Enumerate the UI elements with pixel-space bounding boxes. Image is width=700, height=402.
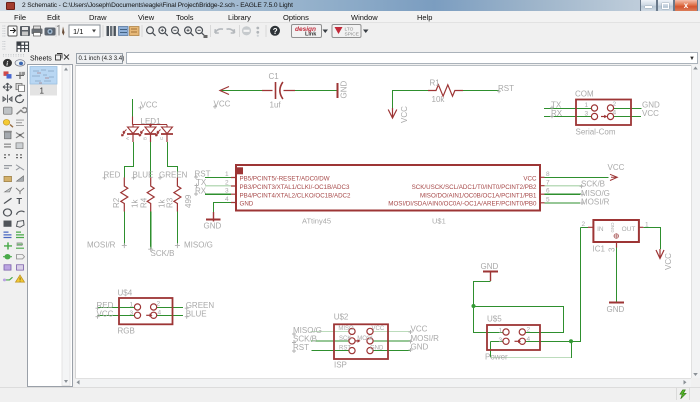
- svg-text:!: !: [19, 277, 21, 284]
- svg-text:VCC: VCC: [608, 163, 625, 172]
- svg-text:4: 4: [225, 196, 229, 203]
- svg-text:3: 3: [585, 111, 589, 118]
- svg-text:3: 3: [130, 310, 134, 317]
- svg-text:2: 2: [527, 327, 531, 334]
- svg-text:U$1: U$1: [432, 217, 446, 226]
- svg-text:R3: R3: [166, 197, 175, 208]
- svg-text:GND: GND: [411, 343, 429, 352]
- svg-text:1: 1: [499, 328, 503, 335]
- svg-text:3: 3: [225, 188, 229, 195]
- svg-text:T: T: [17, 196, 23, 205]
- svg-text:U$4: U$4: [118, 289, 133, 298]
- svg-text:RST: RST: [498, 84, 514, 93]
- svg-text:VCC: VCC: [523, 176, 537, 183]
- svg-text:2: 2: [157, 301, 161, 308]
- svg-text:3: 3: [608, 247, 617, 252]
- svg-text:i: i: [6, 61, 8, 68]
- svg-text:Power: Power: [485, 353, 508, 362]
- svg-text:VCC: VCC: [411, 325, 428, 334]
- svg-text:7: 7: [546, 180, 550, 187]
- svg-text:C: C: [159, 136, 164, 140]
- svg-text:1: 1: [645, 222, 649, 229]
- svg-text:1: 1: [130, 302, 134, 309]
- svg-text:MOSI/DI/SDA/AIN0/OC0A/-OC1A/AR: MOSI/DI/SDA/AIN0/OC0A/-OC1A/AREF/PCINT0/…: [388, 201, 537, 208]
- svg-text:1: 1: [225, 171, 229, 178]
- svg-text:1/1: 1/1: [73, 27, 83, 36]
- svg-text:Sheets: Sheets: [30, 56, 52, 63]
- svg-text:R1: R1: [430, 79, 441, 88]
- svg-text:MISO/DO/AIN1/OC0B/OC1A/PCINT1/: MISO/DO/AIN1/OC0B/OC1A/PCINT1/PB1: [420, 192, 537, 199]
- svg-text:VCC: VCC: [664, 253, 673, 270]
- svg-text:BLUE: BLUE: [133, 171, 154, 180]
- svg-text:PB5/PCINT5/-RESET/ADC0/DW: PB5/PCINT5/-RESET/ADC0/DW: [240, 176, 330, 183]
- svg-text:1uf: 1uf: [270, 101, 282, 110]
- svg-text:GND: GND: [370, 345, 384, 351]
- svg-text:RGB: RGB: [118, 327, 135, 336]
- svg-text:1: 1: [40, 87, 45, 96]
- svg-text:VCC: VCC: [642, 109, 659, 118]
- svg-text:?: ?: [273, 26, 278, 35]
- svg-text:10k: 10k: [432, 95, 446, 104]
- svg-text:4: 4: [158, 310, 162, 317]
- svg-text:COM: COM: [575, 90, 594, 99]
- svg-text:GND: GND: [204, 222, 222, 231]
- svg-text:BLUE: BLUE: [186, 310, 207, 319]
- svg-text:A: A: [125, 137, 130, 140]
- svg-text:MOSI: MOSI: [357, 336, 373, 342]
- svg-text:R4: R4: [140, 197, 149, 208]
- svg-text:4: 4: [613, 110, 617, 117]
- svg-text:GND: GND: [340, 81, 349, 99]
- svg-text:SCK/B: SCK/B: [581, 180, 605, 189]
- svg-text:1k: 1k: [131, 199, 140, 208]
- svg-text:SCK: SCK: [339, 336, 351, 342]
- svg-text:499: 499: [184, 194, 193, 208]
- svg-text:3: 3: [499, 337, 503, 344]
- svg-text:VCC: VCC: [400, 106, 409, 123]
- svg-text:GREEN: GREEN: [159, 171, 188, 180]
- svg-text:Link: Link: [305, 31, 317, 37]
- svg-text:GND: GND: [481, 262, 499, 271]
- svg-text:SCK/B: SCK/B: [151, 249, 175, 258]
- svg-text:OUT: OUT: [622, 226, 636, 233]
- svg-text:C1: C1: [269, 72, 280, 81]
- svg-text:ISP: ISP: [334, 361, 347, 370]
- svg-text:VCC: VCC: [372, 326, 385, 332]
- svg-text:MISO: MISO: [338, 326, 354, 332]
- svg-text:R2: R2: [112, 197, 121, 208]
- svg-text:2: 2: [613, 101, 617, 108]
- svg-text:GND: GND: [610, 222, 615, 233]
- svg-text:MOSI/R: MOSI/R: [87, 241, 116, 250]
- svg-text:GND: GND: [240, 201, 254, 208]
- svg-text:MISO/G: MISO/G: [184, 241, 213, 250]
- svg-text:SPICE: SPICE: [345, 31, 359, 37]
- svg-text:B: B: [143, 137, 148, 140]
- svg-text:ATtiny45: ATtiny45: [302, 217, 331, 226]
- svg-text:U$5: U$5: [487, 315, 502, 324]
- svg-text:Serial-Com: Serial-Com: [576, 128, 616, 137]
- svg-text:SCK/USCK/SCL/ADC1/T0/INT0/PCIN: SCK/USCK/SCL/ADC1/T0/INT0/PCINT2/PB2: [412, 184, 537, 191]
- svg-text:PB3/PCINT3/XTAL1/CLKI/-OC1B/AD: PB3/PCINT3/XTAL1/CLKI/-OC1B/ADC3: [240, 184, 350, 191]
- svg-text:VCC: VCC: [141, 101, 158, 110]
- svg-text:PB4/PCINT4/XTAL2/CLKO/OC1B/ADC: PB4/PCINT4/XTAL2/CLKO/OC1B/ADC2: [240, 192, 352, 199]
- svg-text:RST: RST: [339, 346, 351, 352]
- svg-text:8: 8: [546, 171, 550, 178]
- svg-text:2: 2: [225, 180, 229, 187]
- svg-text:IN: IN: [597, 226, 604, 233]
- svg-text:6: 6: [546, 188, 550, 195]
- svg-text:IC1: IC1: [593, 245, 606, 254]
- svg-text:5: 5: [546, 196, 550, 203]
- svg-text:U$2: U$2: [334, 313, 349, 322]
- svg-text:4: 4: [527, 336, 531, 343]
- svg-text:LED1: LED1: [141, 117, 162, 126]
- svg-text:2: 2: [582, 221, 586, 228]
- svg-text:GND: GND: [607, 305, 625, 314]
- svg-text:1: 1: [585, 102, 589, 109]
- svg-text:MOSI/R: MOSI/R: [581, 198, 610, 207]
